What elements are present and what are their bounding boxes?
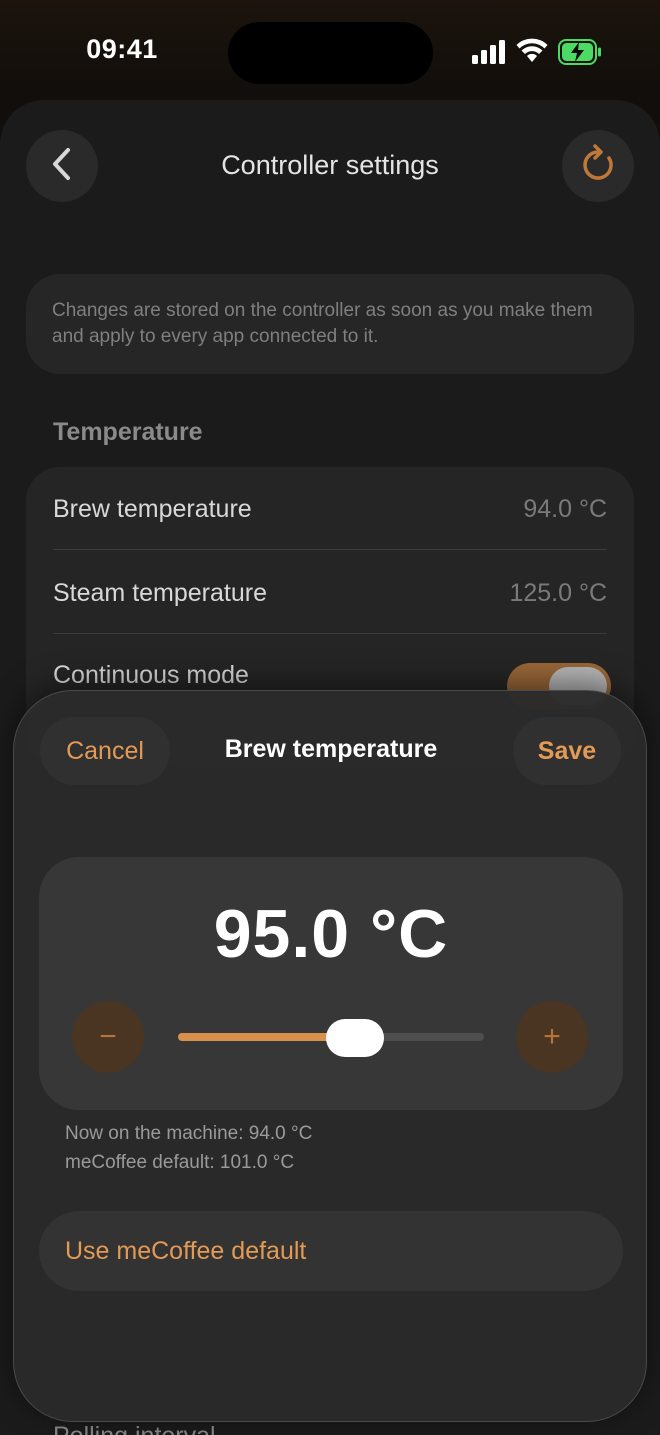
setting-label: Steam temperature bbox=[53, 578, 267, 607]
value-card: 95.0 °C − + bbox=[39, 857, 623, 1110]
status-time: 09:41 bbox=[86, 34, 158, 64]
dynamic-island bbox=[228, 22, 433, 84]
section-header-temperature: Temperature bbox=[53, 418, 203, 446]
current-value: 95.0 °C bbox=[213, 896, 449, 972]
setting-label: Brew temperature bbox=[53, 494, 252, 523]
wifi-icon bbox=[516, 38, 548, 69]
temperature-slider[interactable] bbox=[178, 1019, 484, 1057]
status-bar: 09:41 bbox=[0, 0, 660, 100]
machine-value-hint: Now on the machine: 94.0 °C bbox=[65, 1123, 313, 1144]
polling-interval-label: Polling interval bbox=[53, 1422, 216, 1435]
refresh-icon bbox=[579, 143, 617, 189]
row-divider bbox=[53, 549, 607, 550]
setting-label: Continuous mode bbox=[53, 660, 249, 689]
save-button[interactable]: Save bbox=[513, 717, 621, 785]
default-value-hint: meCoffee default: 101.0 °C bbox=[65, 1152, 295, 1173]
refresh-button[interactable] bbox=[562, 130, 634, 202]
back-button[interactable] bbox=[26, 130, 98, 202]
increment-button[interactable]: + bbox=[516, 1001, 588, 1073]
use-default-button[interactable]: Use meCoffee default bbox=[39, 1211, 623, 1291]
minus-icon: − bbox=[99, 1020, 117, 1053]
sheet-title: Brew temperature bbox=[224, 735, 438, 763]
slider-thumb[interactable] bbox=[326, 1019, 385, 1057]
cellular-signal-icon bbox=[472, 40, 506, 69]
info-note: Changes are stored on the controller as … bbox=[26, 274, 634, 374]
setting-value: 94.0 °C bbox=[523, 494, 607, 523]
page-title: Controller settings bbox=[221, 150, 439, 180]
setting-row-brew-temperature[interactable]: Brew temperature 94.0 °C bbox=[53, 467, 607, 551]
screen: 09:41 Controller settings Changes are st… bbox=[0, 0, 660, 1435]
row-divider bbox=[53, 633, 607, 634]
plus-icon: + bbox=[543, 1020, 561, 1053]
battery-charging-icon bbox=[558, 39, 602, 70]
decrement-button[interactable]: − bbox=[72, 1001, 144, 1073]
cancel-button[interactable]: Cancel bbox=[40, 717, 170, 785]
setting-row-steam-temperature[interactable]: Steam temperature 125.0 °C bbox=[53, 551, 607, 635]
chevron-left-icon bbox=[50, 147, 74, 186]
brew-temperature-sheet: Cancel Brew temperature Save 95.0 °C − +… bbox=[13, 690, 647, 1422]
setting-value: 125.0 °C bbox=[509, 578, 607, 607]
